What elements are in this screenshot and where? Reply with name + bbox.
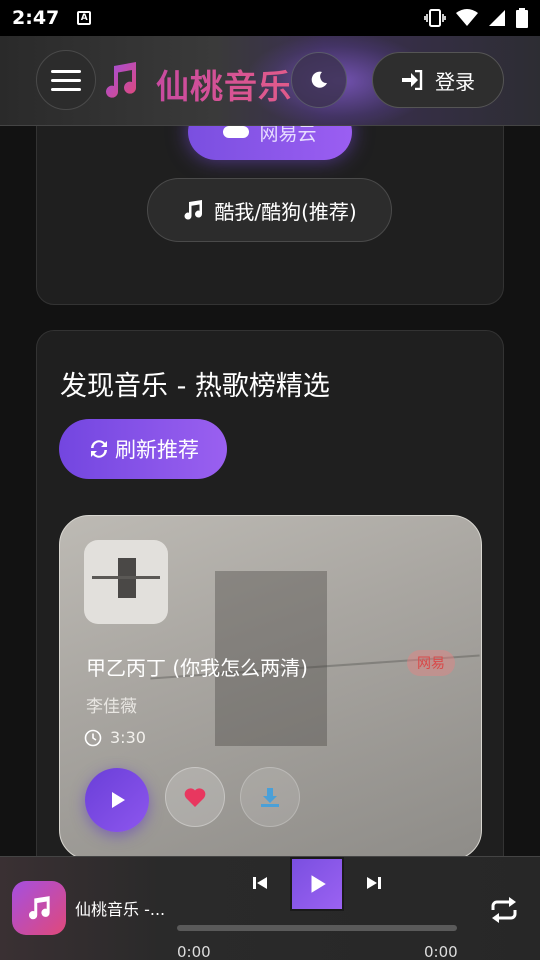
song-artist: 李佳薇 — [86, 697, 137, 717]
time-current: 0:00 — [177, 943, 211, 960]
previous-button[interactable] — [248, 871, 272, 895]
song-duration-value: 3:30 — [110, 728, 146, 747]
discover-title: 发现音乐 - 热歌榜精选 — [60, 371, 330, 402]
refresh-button[interactable]: 刷新推荐 — [59, 419, 227, 479]
next-icon — [367, 877, 381, 889]
app-header: 仙桃音乐 登录 — [0, 36, 540, 126]
time-total: 0:00 — [424, 943, 458, 960]
play-icon — [311, 875, 326, 893]
song-cover — [84, 540, 168, 624]
song-title: 甲乙丙丁 (你我怎么两清) — [86, 656, 308, 680]
repeat-button[interactable] — [487, 893, 521, 927]
refresh-label: 刷新推荐 — [115, 438, 199, 462]
netease-icon — [223, 126, 250, 138]
menu-button[interactable] — [36, 50, 96, 110]
source-kuwo-label: 酷我/酷狗(推荐) — [214, 199, 357, 224]
player-play-button[interactable] — [290, 857, 344, 911]
previous-icon — [253, 877, 267, 889]
signal-icon — [489, 10, 505, 26]
download-icon — [261, 788, 279, 807]
notification-icon: A — [77, 11, 92, 25]
vibrate-icon — [424, 9, 446, 27]
battery-icon — [516, 8, 528, 28]
login-button[interactable]: 登录 — [372, 52, 504, 108]
app-title: 仙桃音乐 — [156, 60, 292, 108]
song-download-button[interactable] — [240, 767, 300, 827]
refresh-icon — [91, 440, 107, 458]
music-note-icon — [184, 200, 203, 220]
status-icons — [424, 8, 528, 28]
song-duration: 3:30 — [84, 728, 146, 747]
next-button[interactable] — [362, 871, 386, 895]
theme-toggle-button[interactable] — [291, 52, 347, 108]
player-cover[interactable] — [12, 881, 66, 935]
progress-bar[interactable] — [177, 925, 457, 931]
status-time: 2:47 — [12, 7, 60, 29]
source-kuwo-button[interactable]: 酷我/酷狗(推荐) — [147, 178, 392, 242]
music-note-icon — [100, 60, 140, 104]
player-bar: 仙桃音乐 -... 0:00 0:00 — [0, 856, 540, 960]
moon-icon — [311, 71, 327, 88]
heart-icon — [184, 788, 206, 807]
play-icon — [112, 792, 125, 808]
player-track-title: 仙桃音乐 -... — [75, 900, 166, 919]
song-source-tag: 网易 — [407, 650, 455, 676]
song-play-button[interactable] — [85, 768, 149, 832]
wifi-icon — [456, 9, 478, 26]
clock-icon — [84, 729, 102, 746]
repeat-icon — [491, 897, 517, 923]
music-note-icon — [28, 896, 50, 920]
status-bar: 2:47 A — [0, 0, 540, 36]
login-label: 登录 — [435, 69, 475, 94]
song-like-button[interactable] — [165, 767, 225, 827]
cover-band — [92, 576, 160, 579]
login-icon — [402, 70, 423, 90]
menu-icon — [51, 64, 81, 97]
